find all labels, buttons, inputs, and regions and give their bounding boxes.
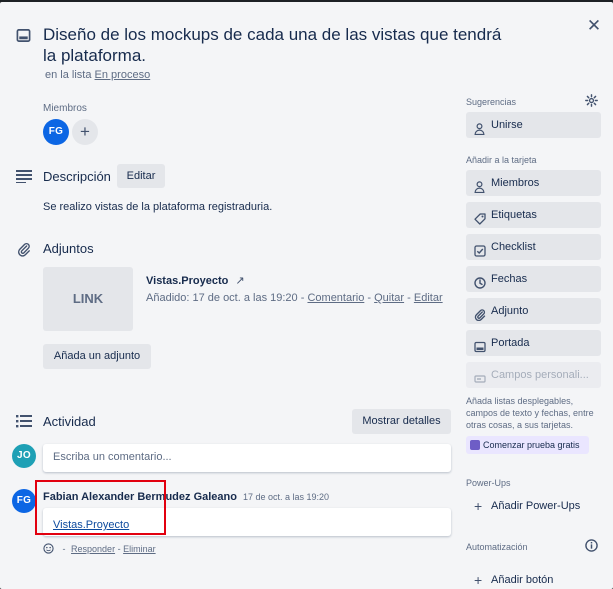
card-title[interactable]: Diseño de los mockups de cada una de las… [43,24,513,66]
comment-timestamp[interactable]: 17 de oct. a las 19:20 [243,492,329,502]
attachment-comment-link[interactable]: Comentario [307,292,364,304]
comment-author-avatar[interactable]: FG [12,489,36,513]
automation-heading: Automatización [466,542,528,552]
list-prefix: en la lista [45,69,92,81]
attachment-remove-link[interactable]: Quitar [374,292,404,304]
plus-icon: + [474,498,483,514]
start-trial-label: Comenzar prueba gratis [483,440,580,450]
description-text[interactable]: Se realizo vistas de la plataforma regis… [43,201,272,213]
attachment-name-text[interactable]: Vistas.Proyecto [146,275,228,287]
member-avatar[interactable]: FG [43,119,69,145]
trial-icon [470,440,480,450]
add-powerups-button[interactable]: + Añadir Power-Ups [466,493,601,519]
members-button-label: Miembros [491,177,540,189]
list-link[interactable]: En proceso [95,69,151,81]
reply-link[interactable]: Responder [71,544,115,554]
description-icon [16,169,32,183]
plus-icon: + [474,572,483,588]
attachments-title: Adjuntos [43,241,94,256]
person-icon [474,119,485,138]
tag-icon [474,209,486,228]
suggestions-heading: Sugerencias [466,97,517,107]
close-icon: ✕ [586,16,602,35]
cover-icon [474,337,486,356]
add-member-button[interactable]: + [72,119,98,145]
close-button[interactable]: ✕ [582,14,606,38]
custom-fields-icon [474,369,486,388]
checkbox-icon [474,241,486,260]
activity-icon [16,414,32,428]
add-attachment-button[interactable]: Añada un adjunto [43,344,151,369]
labels-button[interactable]: Etiquetas [466,202,601,228]
attachment-button-label: Adjunto [491,305,529,317]
card-icon [16,28,31,43]
members-button[interactable]: Miembros [466,170,601,196]
external-link-icon: ↗ [235,275,245,287]
attachment-name[interactable]: Vistas.Proyecto ↗ [146,274,245,287]
dates-button[interactable]: Fechas [466,266,601,292]
join-button[interactable]: Unirse [466,112,601,138]
gear-icon[interactable] [585,94,598,107]
highlight-box [35,480,166,535]
add-to-card-heading: Añadir a la tarjeta [466,155,537,165]
cover-button-label: Portada [491,337,530,349]
card-detail-dialog: Diseño de los mockups de cada una de las… [0,2,613,589]
start-trial-button[interactable]: Comenzar prueba gratis [466,436,589,454]
info-icon[interactable] [585,539,598,552]
person-icon [474,177,485,196]
edit-description-button[interactable]: Editar [117,164,165,188]
current-user-avatar[interactable]: JO [12,444,36,468]
dates-button-label: Fechas [491,273,528,285]
delete-comment-link[interactable]: Eliminar [123,544,156,554]
join-label: Unirse [491,119,523,131]
attachment-button[interactable]: Adjunto [466,298,601,324]
checklist-button[interactable]: Checklist [466,234,601,260]
list-indicator: en la lista En proceso [45,69,150,81]
add-powerups-label: Añadir Power-Ups [491,500,581,512]
powerups-heading: Power-Ups [466,478,511,488]
clock-icon [474,273,486,292]
emoji-reaction-icon[interactable] [43,543,54,556]
attachment-thumbnail[interactable]: LINK [43,267,133,331]
comment-actions: - Responder - Eliminar [43,543,156,556]
separator: - [117,544,121,554]
separator: - [300,292,305,304]
separator: - [367,292,372,304]
attachment-meta: Añadido: 17 de oct. a las 19:20 - Coment… [146,292,443,304]
show-details-button[interactable]: Mostrar detalles [352,409,451,434]
separator: - [62,544,66,554]
comment-input[interactable]: Escriba un comentario... [43,444,451,472]
add-button-label: Añadir botón [491,574,554,586]
labels-button-label: Etiquetas [491,209,537,221]
paperclip-icon [17,242,31,257]
custom-fields-button[interactable]: Campos personali... [466,362,601,388]
custom-fields-label: Campos personali... [491,369,589,381]
members-label: Miembros [43,103,87,114]
description-title: Descripción [43,169,111,184]
paperclip-icon [474,305,486,324]
cover-button[interactable]: Portada [466,330,601,356]
activity-title: Actividad [43,414,96,429]
separator: - [407,292,411,304]
attachment-added-date: Añadido: 17 de oct. a las 19:20 [146,292,298,304]
custom-fields-help: Añada listas desplegables, campos de tex… [466,396,594,430]
checklist-button-label: Checklist [491,241,536,253]
add-button-button[interactable]: + Añadir botón [466,567,601,589]
attachment-edit-link[interactable]: Editar [414,292,443,304]
